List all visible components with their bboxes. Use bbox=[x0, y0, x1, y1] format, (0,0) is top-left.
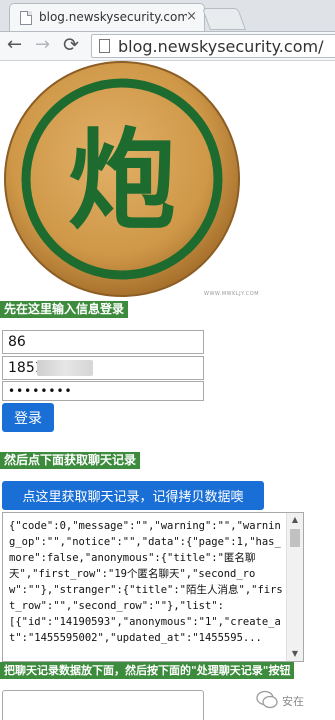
scroll-up-icon[interactable]: ▲ bbox=[287, 513, 303, 527]
logo-tagline: WWW.MWKLJY.COM bbox=[204, 291, 260, 297]
chat-records-textarea[interactable]: {"code":0,"message":"","warning":"","war… bbox=[2, 512, 304, 662]
back-arrow-icon[interactable]: ← bbox=[7, 35, 22, 55]
password-input[interactable] bbox=[2, 381, 204, 401]
close-tab-icon[interactable]: × bbox=[186, 9, 197, 24]
chat-records-text: {"code":0,"message":"","warning":"","war… bbox=[9, 520, 283, 644]
wechat-watermark-icon bbox=[256, 690, 278, 709]
page-icon bbox=[99, 39, 110, 53]
forward-arrow-icon[interactable]: → bbox=[35, 35, 50, 55]
tab-strip: blog.newskysecurity.com × bbox=[0, 0, 335, 32]
scroll-thumb[interactable] bbox=[290, 529, 300, 547]
new-tab-button[interactable] bbox=[201, 8, 247, 30]
scroll-down-icon[interactable]: ▼ bbox=[287, 647, 303, 661]
url-text[interactable]: blog.newskysecurity.com/ bbox=[118, 37, 323, 56]
address-bar[interactable]: blog.newskysecurity.com/ bbox=[91, 34, 335, 58]
login-button[interactable]: 登录 bbox=[2, 403, 54, 432]
fetch-chat-records-button[interactable]: 点这里获取聊天记录，记得拷贝数据噢 bbox=[2, 481, 264, 510]
watermark-text: 安在 bbox=[282, 695, 304, 708]
chess-piece-logo: 炮 bbox=[4, 61, 240, 297]
username-input[interactable] bbox=[2, 330, 204, 354]
tab-title: blog.newskysecurity.com bbox=[39, 10, 187, 24]
fetch-instruction-label: 然后点下面获取聊天记录 bbox=[0, 452, 141, 469]
browser-tab[interactable]: blog.newskysecurity.com × bbox=[9, 3, 205, 31]
phone-input[interactable] bbox=[2, 356, 204, 380]
paste-records-textarea[interactable] bbox=[2, 690, 204, 720]
logo-character: 炮 bbox=[68, 118, 176, 244]
browser-toolbar: ← → ⟳ blog.newskysecurity.com/ bbox=[0, 32, 335, 61]
process-instruction-label: 把聊天记录数据放下面，然后按下面的"处理聊天记录"按钮 bbox=[0, 662, 295, 679]
reload-icon[interactable]: ⟳ bbox=[63, 35, 79, 55]
login-instruction-label: 先在这里输入信息登录 bbox=[0, 301, 129, 318]
page-favicon-icon bbox=[20, 11, 32, 25]
textarea-scrollbar[interactable]: ▲ ▼ bbox=[286, 513, 303, 661]
blurred-phone-digits bbox=[37, 360, 93, 376]
